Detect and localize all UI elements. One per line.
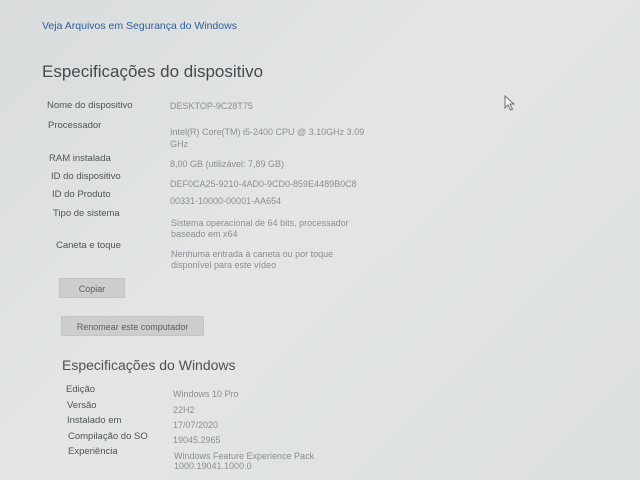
- edition-label: Edição: [66, 384, 96, 395]
- os-build-value: 19045.2965: [173, 435, 221, 445]
- device-specs-title: Especificações do dispositivo: [42, 62, 264, 81]
- processor-value: Intel(R) Core(TM) i5-2400 CPU @ 3.10GHz …: [170, 127, 365, 137]
- system-type-label: Tipo de sistema: [53, 208, 120, 219]
- settings-window: { "top_link": "Veja Arquivos em Seguranç…: [0, 0, 640, 480]
- device-name-value: DESKTOP-9C28T75: [170, 101, 253, 111]
- windows-specs-title: Especificações do Windows: [62, 357, 236, 373]
- ram-label: RAM instalada: [49, 153, 111, 164]
- installed-on-value: 17/07/2020: [173, 420, 219, 430]
- system-type-value: Sistema operacional de 64 bits, processa…: [171, 218, 349, 228]
- experience-value-line2: 1000.19041.1000.0: [174, 461, 252, 471]
- copy-button[interactable]: Copiar: [59, 278, 125, 298]
- experience-value: Windows Feature Experience Pack: [174, 451, 315, 461]
- mouse-pointer-icon: [504, 95, 516, 111]
- product-id-label: ID do Produto: [52, 189, 111, 200]
- system-type-value-line2: baseado em x64: [171, 229, 238, 239]
- product-id-value: 00331-10000-00001-AA654: [170, 196, 282, 206]
- device-id-value: DEF0CA25-9210-4AD0-9CD0-859E4489B0C8: [170, 179, 357, 189]
- version-label: Versão: [67, 400, 97, 411]
- os-build-label: Compilação do SO: [68, 431, 148, 442]
- version-value: 22H2: [173, 405, 195, 415]
- processor-label: Processador: [48, 120, 102, 131]
- edition-value: Windows 10 Pro: [173, 389, 239, 399]
- experience-label: Experiência: [68, 446, 118, 457]
- processor-value-line2: GHz: [170, 139, 188, 149]
- pen-touch-value: Nenhuma entrada à caneta ou por toque: [171, 249, 334, 259]
- pen-touch-label: Caneta e toque: [56, 240, 121, 251]
- ram-value: 8,00 GB (utilizável: 7,89 GB): [170, 159, 285, 169]
- security-files-link[interactable]: Veja Arquivos em Segurança do Windows: [42, 20, 237, 32]
- device-name-label: Nome do dispositivo: [47, 100, 133, 111]
- pen-touch-value-line2: disponível para este vídeo: [171, 260, 277, 270]
- installed-on-label: Instalado em: [67, 415, 122, 426]
- rename-pc-button[interactable]: Renomear este computador: [61, 316, 204, 336]
- device-id-label: ID do dispositivo: [51, 171, 121, 182]
